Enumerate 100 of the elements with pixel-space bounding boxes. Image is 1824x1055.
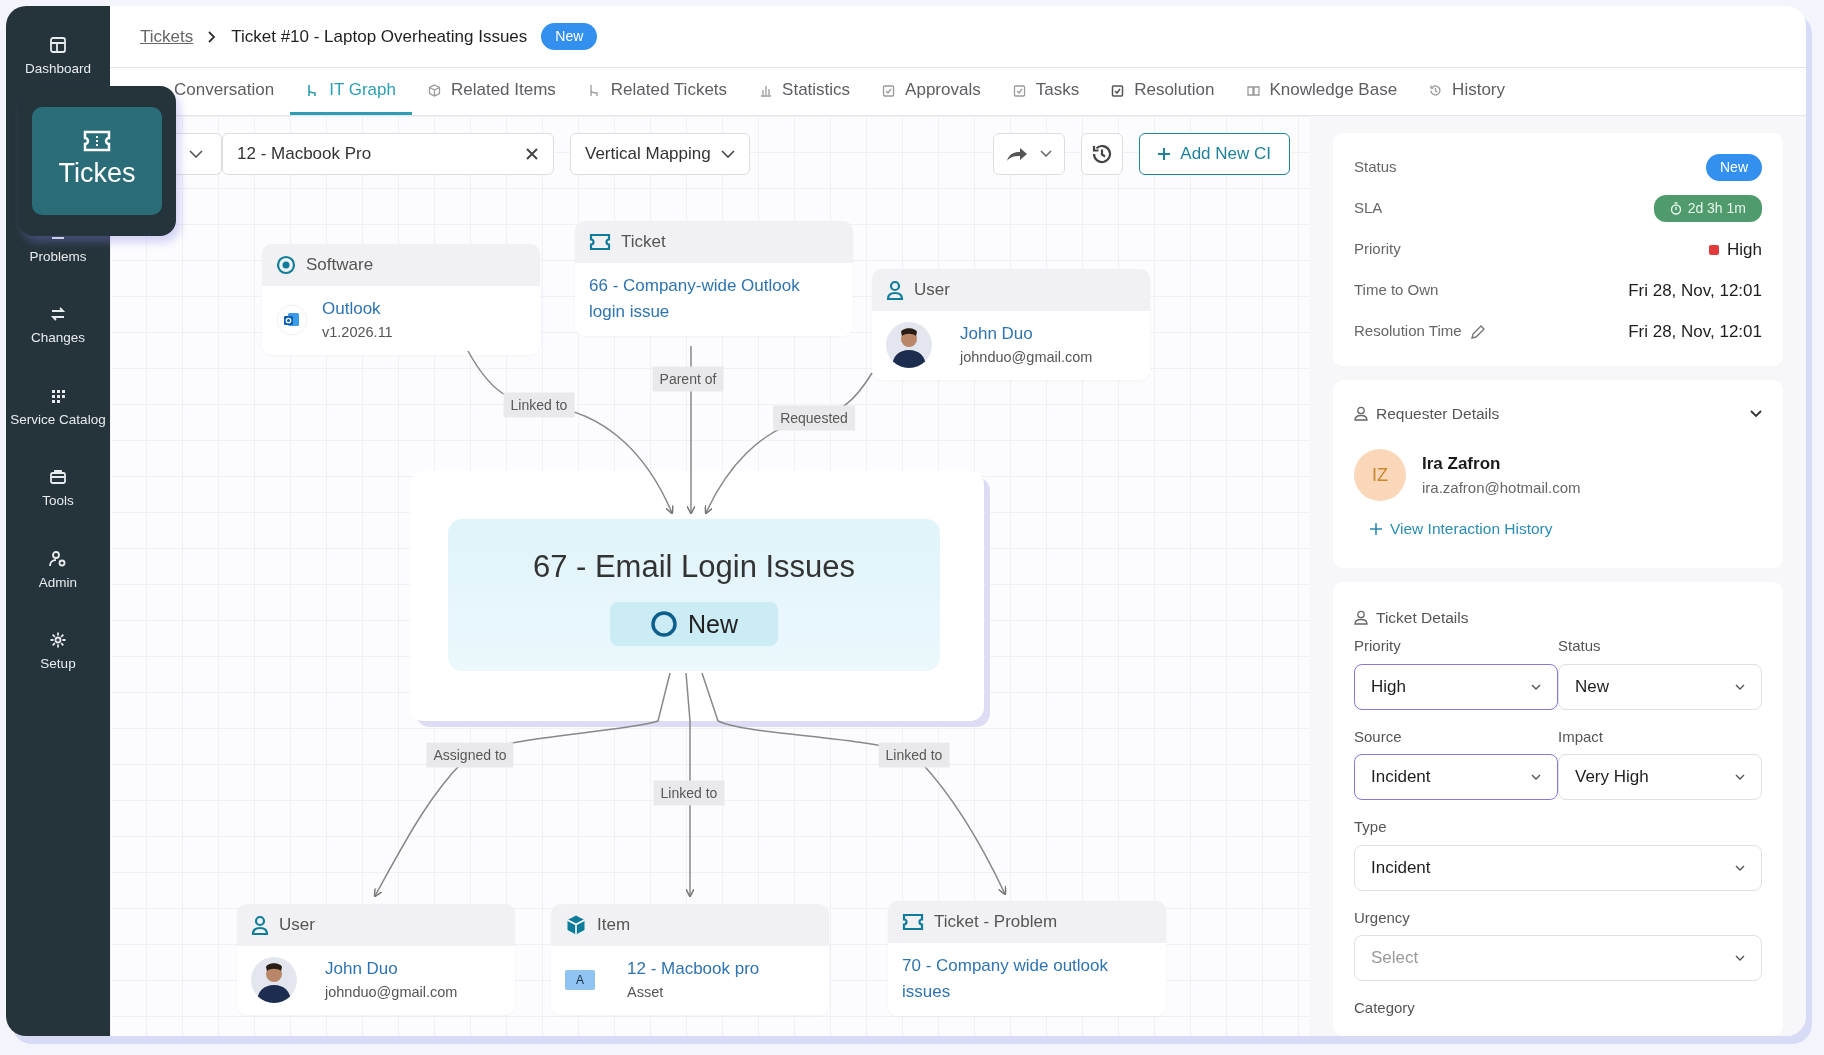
chevron-icon [189,149,203,158]
tab[interactable]: History [1413,68,1521,115]
field-label: Status [1558,636,1602,657]
tab[interactable]: Knowledge Base [1230,68,1414,115]
sla-badge: 2d 3h 1m [1653,195,1762,222]
sidebar-item[interactable]: Setup [40,631,76,673]
chevron-icon [720,149,735,158]
edge-label: Linked to [878,742,950,768]
ticket-icon [82,128,112,153]
history-link[interactable]: View Interaction History [1370,517,1553,541]
select-field[interactable]: New [1558,663,1762,710]
status-badge: New [610,602,778,647]
field-label: Time to Own [1354,280,1439,301]
plus-icon [1370,522,1382,535]
node-link[interactable]: Outlook [322,296,393,322]
page-title: Ticket #10 - Laptop Overheating Issues [231,25,528,48]
select-field[interactable]: Very High [1558,754,1762,801]
checkbox-icon [1012,83,1026,97]
section-title: Requester Details [1376,404,1500,424]
avatar: IZ [1354,449,1406,502]
edge-label: Linked to [653,780,725,806]
edge-label: Assigned to [426,742,514,768]
chevron-icon [1735,864,1745,871]
history-button[interactable] [1081,132,1124,175]
field-label: Source [1354,726,1403,747]
field-value: Fri 28, Nov, 12:01 [1628,279,1762,302]
field-label: Urgency [1354,907,1411,928]
share-button[interactable] [993,132,1066,175]
chevron-icon[interactable] [1750,409,1762,418]
app-icon [276,303,308,336]
tab[interactable]: Statistics [743,68,867,115]
tab[interactable]: Conversation [174,68,291,115]
sidebar-item[interactable]: Dashboard [24,36,91,78]
field-value: High [1727,238,1762,261]
node-link[interactable]: John Duo [960,321,1093,347]
breadcrumb-link[interactable]: Tickets [140,23,194,50]
cube-icon [565,914,587,936]
sidebar-item[interactable]: Tickes [32,107,162,215]
requester-name: Ira Zafron [1422,453,1502,476]
toolbox-icon [49,468,67,487]
history-icon [1429,83,1443,97]
node-link[interactable]: John Duo [325,956,458,982]
pencil-icon[interactable] [1469,323,1486,340]
node-subtitle: v1.2026.11 [322,322,393,342]
node-link[interactable]: 12 - Macbook pro [627,956,760,982]
branch-icon [587,83,601,97]
node-title: Ticket - Problem [934,911,1058,934]
node-link[interactable]: 70 - Company wide outlook issues [902,953,1132,1004]
node-title: Ticket [621,231,666,254]
chevron-icon [1531,683,1541,690]
ticket-icon [589,233,611,251]
chevron-icon [1040,150,1053,157]
node-subtitle: Asset [627,982,665,1002]
field-label: Type [1354,817,1388,838]
tab[interactable]: Approvals [866,68,997,115]
field-label: Impact [1558,726,1604,747]
node-title: User [279,914,315,937]
search-field[interactable]: 12 - Macbook Pro [222,132,554,175]
edge-label: Linked to [503,392,575,418]
select-field[interactable]: High [1354,663,1558,710]
field-label: Category [1354,998,1416,1019]
person-icon [1354,406,1368,422]
field-label: Priority [1354,636,1402,657]
chevron-icon [1531,774,1541,781]
mapping-dropdown[interactable]: Vertical Mapping [570,132,750,175]
select-field[interactable]: Incident [1354,844,1762,891]
select-field[interactable]: Incident [1354,754,1558,801]
node-link[interactable]: 66 - Company-wide Outlook login issue [589,273,819,324]
tab[interactable]: Resolution [1095,68,1231,115]
status-badge: New [1706,154,1762,181]
cube-icon [427,83,441,97]
field-label: Resolution Time [1354,321,1462,342]
sidebar-item[interactable]: Tools [42,468,74,510]
ring-icon [650,610,678,639]
tab[interactable]: Related Tickets [571,68,744,115]
node-title: Item [597,914,631,937]
sidebar-item[interactable]: Service Catalog [10,386,106,429]
field-value: Fri 28, Nov, 12:01 [1628,320,1762,343]
edge-label: Parent of [652,366,724,392]
chevron-icon [1735,774,1745,781]
person-icon [251,915,269,935]
timer-icon [1669,202,1682,215]
tab[interactable]: Tasks [996,68,1096,115]
close-icon[interactable] [526,147,538,160]
node-title: User [914,279,950,302]
chevron-icon [1735,955,1745,962]
ticket-icon [902,913,924,931]
field-label: Priority [1354,239,1401,260]
tab[interactable]: Related Items [411,68,572,115]
field-label: Status [1354,157,1397,178]
sidebar-item[interactable]: Admin [38,549,78,592]
sidebar-item[interactable]: Changes [30,305,85,347]
asset-badge: A [565,969,595,990]
node-subtitle: johnduo@gmail.com [325,982,458,1002]
share-icon [1006,145,1029,162]
admin-icon [49,549,67,568]
requester-email: ira.zafron@hotmail.com [1422,477,1581,498]
field-label: SLA [1354,198,1383,219]
add-button[interactable]: Add New CI [1139,132,1290,175]
target-icon [276,255,296,275]
